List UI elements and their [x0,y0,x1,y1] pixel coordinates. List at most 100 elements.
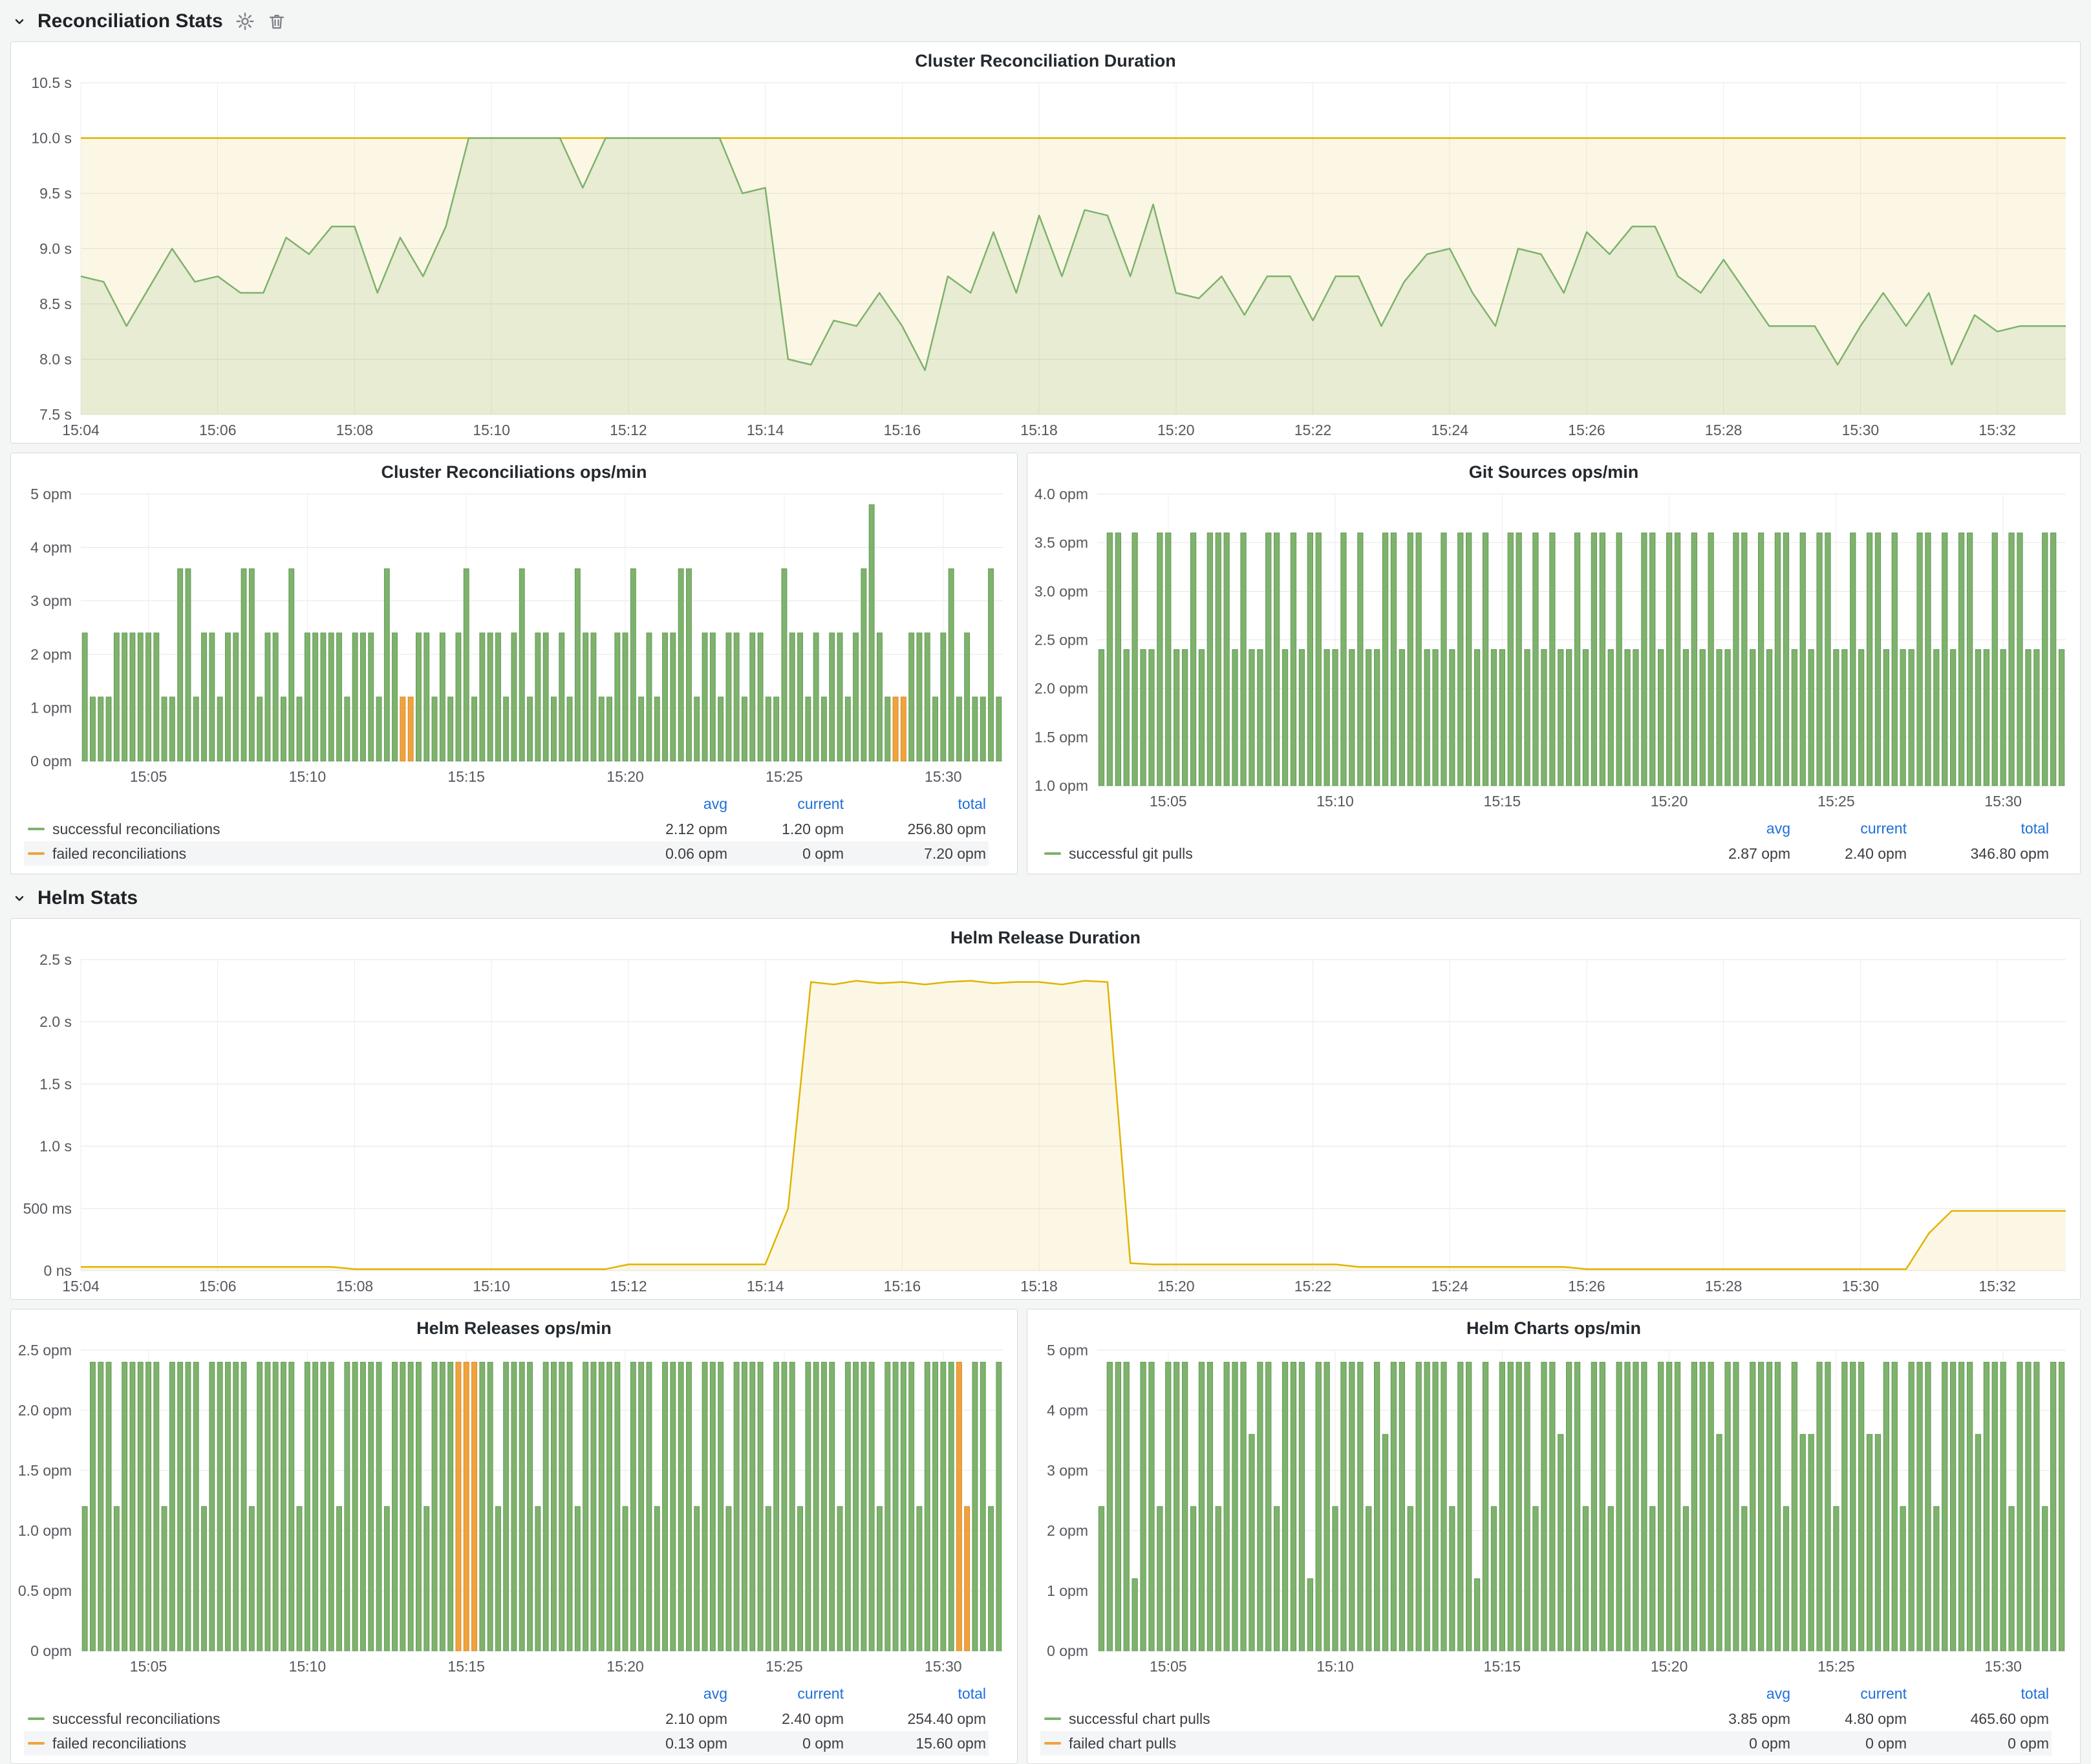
x-tick-label: 15:24 [1431,1278,1468,1295]
bar [687,569,692,761]
bar [1207,533,1212,786]
helm-releases-chart[interactable]: 0 opm0.5 opm1.0 opm1.5 opm2.0 opm2.5 opm… [11,1341,1017,1679]
panel-title[interactable]: Helm Releases ops/min [11,1309,1017,1341]
bar [789,633,795,761]
bar [193,1362,198,1651]
legend-col-avg[interactable]: avg [1664,1685,1793,1703]
bar [1516,1362,1521,1651]
panel-title[interactable]: Cluster Reconciliations ops/min [11,453,1017,485]
bar [591,1362,596,1651]
bar [941,1362,946,1651]
bar [273,633,278,761]
bar [345,697,350,761]
legend-item[interactable]: successful reconciliations2.10 opm2.40 o… [24,1706,989,1731]
bar [1382,1434,1388,1651]
bar [2017,1362,2022,1651]
bar [1190,1507,1196,1651]
bar [1808,1434,1814,1651]
cluster-reconciliations-chart[interactable]: 0 opm1 opm2 opm3 opm4 opm5 opm15:0515:10… [11,485,1017,790]
y-tick-label: 9.5 s [39,185,72,202]
bar [162,697,167,761]
panel-title[interactable]: Helm Release Duration [11,919,2080,951]
bar [138,1362,143,1651]
bar [1900,650,1905,786]
legend-col-total[interactable]: total [846,795,989,813]
git-sources-chart[interactable]: 4.0 opm3.5 opm3.0 opm2.5 opm2.0 opm1.5 o… [1027,485,2080,814]
bar [806,697,811,761]
legend-col-avg[interactable]: avg [601,795,730,813]
bar [1541,650,1547,786]
bar [1424,1362,1430,1651]
bar [654,1507,659,1651]
panel-title[interactable]: Git Sources ops/min [1027,453,2080,485]
bar [789,1362,795,1651]
bar [1241,1362,1246,1651]
legend-col-current[interactable]: current [1793,1685,1909,1703]
gear-icon[interactable] [235,11,255,32]
bar [1366,1507,1371,1651]
legend-col-total[interactable]: total [1909,1685,2052,1703]
series-color-dash [28,852,45,855]
cluster-reconciliation-duration-chart[interactable]: 10.5 s10.0 s9.5 s9.0 s8.5 s8.0 s7.5 s15:… [11,74,2080,443]
chevron-down-icon [12,890,27,906]
bar [257,697,263,761]
bar [845,1362,850,1651]
bar [758,1362,763,1651]
bar [925,1362,930,1651]
legend-item[interactable]: successful chart pulls3.85 opm4.80 opm46… [1040,1706,2052,1731]
x-tick-label: 15:20 [606,1658,644,1675]
bar [742,697,747,761]
bar [623,633,628,761]
bar [169,697,175,761]
chart-svg: 4.0 opm3.5 opm3.0 opm2.5 opm2.0 opm1.5 o… [1027,485,2080,814]
legend-item[interactable]: successful git pulls2.87 opm2.40 opm346.… [1040,841,2052,866]
bar [1875,533,1880,786]
helm-release-duration-chart[interactable]: 2.5 s2.0 s1.5 s1.0 s500 ms0 ns15:0415:06… [11,951,2080,1299]
bar [941,633,946,761]
trash-icon[interactable] [267,12,286,31]
x-tick-label: 15:05 [130,768,167,785]
bar [241,1362,246,1651]
legend-col-total[interactable]: total [1909,820,2052,837]
helm-charts-chart[interactable]: 0 opm1 opm2 opm3 opm4 opm5 opm15:0515:10… [1027,1341,2080,1679]
y-tick-label: 2.5 opm [18,1342,72,1359]
legend-item[interactable]: failed reconciliations0.13 opm0 opm15.60… [24,1731,989,1756]
bar [1733,533,1739,786]
bar [1466,1362,1472,1651]
legend-col-avg[interactable]: avg [601,1685,730,1703]
bar [1458,1362,1463,1651]
bar [328,633,334,761]
bar [1316,1362,1321,1651]
bar [1850,533,1856,786]
bar [972,1362,978,1651]
legend-col-total[interactable]: total [846,1685,989,1703]
section-title: Reconciliation Stats [38,10,223,32]
section-header-reconciliation-stats[interactable]: Reconciliation Stats [12,6,2081,36]
bar [305,633,310,761]
bar [822,1362,827,1651]
bar [1600,1362,1605,1651]
panel-title[interactable]: Helm Charts ops/min [1027,1309,2080,1341]
bar [1817,533,1822,786]
panel-title[interactable]: Cluster Reconciliation Duration [11,42,2080,74]
legend-item[interactable]: failed reconciliations0.06 opm0 opm7.20 … [24,841,989,866]
legend-col-avg[interactable]: avg [1664,820,1793,837]
legend-col-current[interactable]: current [730,795,846,813]
legend-col-current[interactable]: current [730,1685,846,1703]
bar [1324,650,1329,786]
section-header-helm-stats[interactable]: Helm Stats [12,883,2081,913]
bar [996,1362,1002,1651]
x-tick-label: 15:20 [1157,1278,1195,1295]
bar [877,633,883,761]
bar [933,1362,938,1651]
legend-item[interactable]: failed chart pulls0 opm0 opm0 opm [1040,1731,2052,1756]
bar [480,633,485,761]
bar [1750,650,1755,786]
bar [2059,650,2064,786]
bar [1216,1507,1221,1651]
bar [1316,533,1321,786]
bar [869,1362,874,1651]
legend-col-current[interactable]: current [1793,820,1909,837]
legend-item[interactable]: successful reconciliations2.12 opm1.20 o… [24,817,989,841]
bar [552,1362,557,1651]
